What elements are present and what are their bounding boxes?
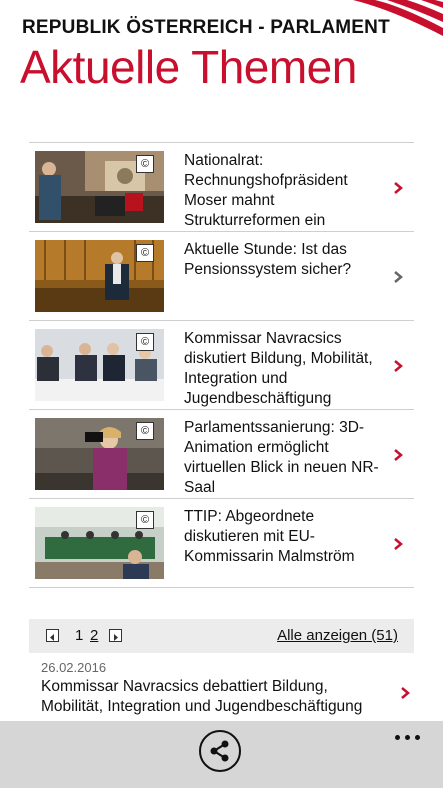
more-icon: [405, 735, 410, 740]
news-title: TTIP: Abgeordnete diskutieren mit EU-Kom…: [184, 508, 355, 565]
news-thumbnail: ©: [35, 151, 164, 223]
chevron-right-icon: [394, 449, 403, 461]
page-number-2[interactable]: 2: [90, 627, 98, 644]
latest-news-item[interactable]: 26.02.2016 Kommissar Navracsics debattie…: [41, 660, 411, 717]
share-button[interactable]: [199, 730, 241, 772]
share-icon: [210, 740, 229, 762]
page-title: Aktuelle Themen: [20, 41, 357, 93]
news-item[interactable]: © TTIP: Abgeordnete diskutieren mit EU-K…: [29, 498, 414, 588]
chevron-right-icon: [394, 182, 403, 194]
chevron-right-icon: [394, 538, 403, 550]
page-number-1[interactable]: 1: [75, 627, 83, 644]
triangle-right-icon: [114, 634, 118, 641]
more-icon: [415, 735, 420, 740]
copyright-badge: ©: [136, 511, 154, 529]
news-thumbnail: ©: [35, 507, 164, 579]
news-thumbnail: ©: [35, 329, 164, 401]
news-title: Kommissar Navracsics debattiert Bildung,…: [41, 678, 363, 715]
news-date: 26.02.2016: [41, 660, 107, 675]
news-title: Parlamentssanierung: 3D-Animation ermögl…: [184, 419, 379, 496]
news-item[interactable]: © Nationalrat: Rechnungshofpräsident Mos…: [29, 142, 414, 231]
more-icon: [395, 735, 400, 740]
parliament-supertitle: REPUBLIK ÖSTERREICH - PARLAMENT: [22, 17, 390, 38]
news-title: Kommissar Navracsics diskutiert Bildung,…: [184, 330, 373, 407]
copyright-badge: ©: [136, 422, 154, 440]
chevron-right-icon: [394, 271, 403, 283]
app-bar: [0, 721, 443, 788]
chevron-right-icon: [394, 360, 403, 372]
pagination-bar: 1 2 Alle anzeigen (51): [29, 619, 414, 653]
chevron-right-icon: [401, 687, 410, 699]
news-item[interactable]: © Parlamentssanierung: 3D-Animation ermö…: [29, 409, 414, 498]
triangle-left-icon: [50, 634, 54, 641]
show-all-link[interactable]: Alle anzeigen (51): [277, 627, 398, 644]
copyright-badge: ©: [136, 333, 154, 351]
news-thumbnail: ©: [35, 240, 164, 312]
news-item[interactable]: © Kommissar Navracsics diskutiert Bildun…: [29, 320, 414, 409]
copyright-badge: ©: [136, 244, 154, 262]
copyright-badge: ©: [136, 155, 154, 173]
news-list: © Nationalrat: Rechnungshofpräsident Mos…: [29, 142, 414, 588]
news-title: Aktuelle Stunde: Ist das Pensionssystem …: [184, 241, 352, 278]
more-options-button[interactable]: [395, 733, 423, 743]
news-thumbnail: ©: [35, 418, 164, 490]
news-title: Nationalrat: Rechnungshofpräsident Moser…: [184, 152, 348, 229]
news-item[interactable]: © Aktuelle Stunde: Ist das Pensionssyste…: [29, 231, 414, 320]
previous-page-button[interactable]: [46, 629, 59, 642]
next-page-button[interactable]: [109, 629, 122, 642]
